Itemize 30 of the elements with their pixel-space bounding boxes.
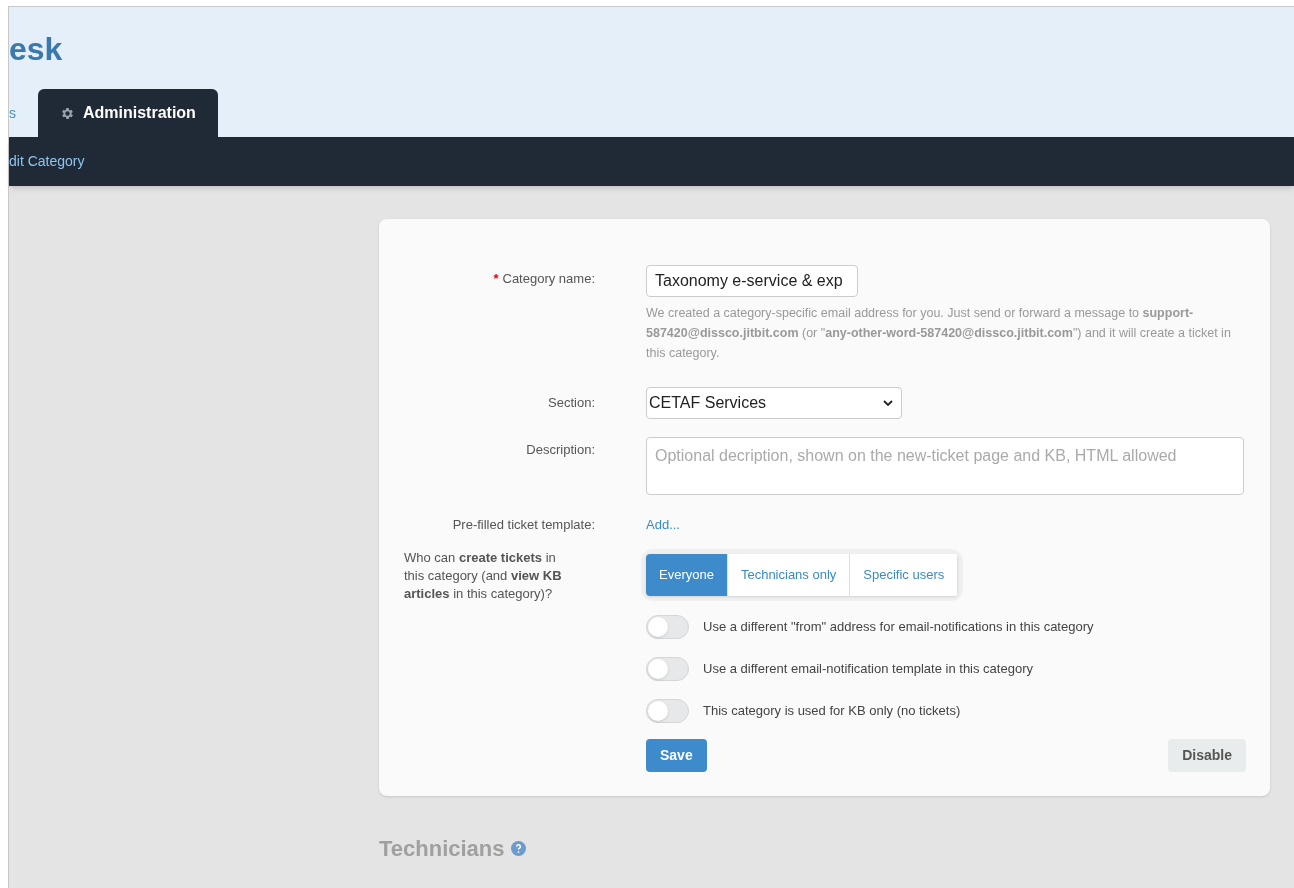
chevron-down-icon <box>883 400 893 406</box>
help-icon[interactable] <box>510 840 526 856</box>
toggle-switch[interactable] <box>646 614 689 639</box>
field-label: Description: <box>525 441 595 459</box>
breadcrumb-link[interactable]: dit Category <box>9 151 85 172</box>
access-option[interactable]: Specific users <box>850 553 959 596</box>
nav-tab[interactable]: s <box>9 89 16 137</box>
nav-tab[interactable]: Administration <box>38 89 218 137</box>
toggle-label: This category is used for KB only (no tickets) <box>703 701 961 720</box>
field-label: Section: <box>547 394 595 413</box>
field-label: Category name: <box>502 271 595 286</box>
toggle-label: Use a different "from" address for email-notifications in this category <box>703 617 1094 636</box>
save-button[interactable]: Save <box>646 738 707 772</box>
app-title: esk <box>9 30 63 69</box>
field-label: Pre-filled ticket template: <box>451 516 595 534</box>
add-template-link[interactable]: Add... <box>646 515 680 535</box>
field-label: Who can create tickets in this category (and view KB articles in this category)? <box>403 548 563 603</box>
toggle-switch[interactable] <box>646 698 689 723</box>
disable-button[interactable]: Disable <box>1168 738 1246 772</box>
access-option[interactable]: Everyone <box>646 553 728 596</box>
description-field[interactable]: Optional decription, shown on the new-ticket page and KB, HTML allowed <box>646 437 1244 495</box>
toggle-label: Use a different email-notification template in this category <box>703 659 1033 678</box>
email-hint: We created a category-specific email address for you. Just send or forward a message to support-587420@dissco.jitbit.com (or "any-other-word-587420@dissco.jitbit.com") and it will create a ticket in this category. <box>646 305 1232 362</box>
required-mark: * <box>493 271 499 286</box>
category-name-input[interactable]: Taxonomy e-service & exp <box>646 265 858 297</box>
section-heading: Technicians <box>379 834 505 863</box>
section-select[interactable]: CETAF Services <box>646 387 902 419</box>
toggle-switch[interactable] <box>646 656 689 681</box>
access-option[interactable]: Technicians only <box>727 553 851 596</box>
gear-icon <box>60 105 75 121</box>
